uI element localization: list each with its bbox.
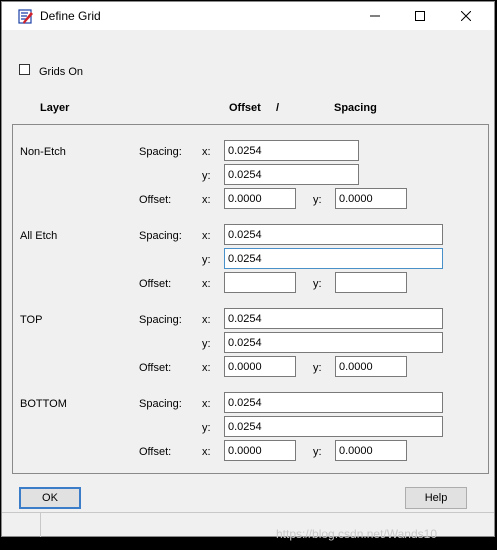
status-bar-separator	[40, 513, 41, 537]
x-label: x:	[202, 398, 211, 410]
layers-panel: Non-Etch Spacing: x: y: Offset: x: y: Al…	[12, 124, 489, 474]
app-icon	[18, 9, 34, 25]
offset-label: Offset:	[139, 194, 172, 206]
y-label: y:	[202, 338, 211, 350]
non-etch-spacing-x-input[interactable]	[224, 140, 359, 161]
y-label: y:	[313, 446, 322, 458]
non-etch-offset-y-input[interactable]	[335, 188, 407, 209]
maximize-button[interactable]	[397, 2, 443, 30]
offset-label: Offset:	[139, 446, 172, 458]
all-etch-spacing-y-input[interactable]	[224, 248, 443, 269]
y-label: y:	[313, 362, 322, 374]
x-label: x:	[202, 278, 211, 290]
all-etch-offset-y-input[interactable]	[335, 272, 407, 293]
minimize-button[interactable]	[352, 2, 398, 30]
spacing-label: Spacing:	[139, 314, 182, 326]
spacing-label: Spacing:	[139, 146, 182, 158]
y-label: y:	[313, 194, 322, 206]
offset-column-header: Offset	[229, 102, 261, 114]
layer-name-all-etch: All Etch	[20, 230, 58, 242]
x-label: x:	[202, 194, 211, 206]
y-label: y:	[202, 422, 211, 434]
x-label: x:	[202, 230, 211, 242]
all-etch-spacing-x-input[interactable]	[224, 224, 443, 245]
layer-column-header: Layer	[40, 102, 70, 114]
define-grid-dialog: Define Grid Grids On Layer Offset / Spac…	[1, 1, 495, 541]
bottom-offset-y-input[interactable]	[335, 440, 407, 461]
watermark: https://blog.csdn.net/Wands10	[276, 527, 437, 541]
non-etch-offset-x-input[interactable]	[224, 188, 296, 209]
x-label: x:	[202, 446, 211, 458]
top-offset-y-input[interactable]	[335, 356, 407, 377]
spacing-label: Spacing:	[139, 230, 182, 242]
spacing-column-header: Spacing	[334, 102, 377, 114]
y-label: y:	[202, 254, 211, 266]
layer-name-bottom: BOTTOM	[20, 398, 67, 410]
top-offset-x-input[interactable]	[224, 356, 296, 377]
non-etch-spacing-y-input[interactable]	[224, 164, 359, 185]
top-spacing-y-input[interactable]	[224, 332, 443, 353]
layer-name-non-etch: Non-Etch	[20, 146, 66, 158]
window-title: Define Grid	[40, 9, 101, 23]
top-spacing-x-input[interactable]	[224, 308, 443, 329]
bottom-spacing-x-input[interactable]	[224, 392, 443, 413]
bottom-offset-x-input[interactable]	[224, 440, 296, 461]
layer-name-top: TOP	[20, 314, 43, 326]
y-label: y:	[202, 170, 211, 182]
x-label: x:	[202, 362, 211, 374]
close-button[interactable]	[443, 2, 489, 30]
header-slash: /	[276, 102, 280, 114]
y-label: y:	[313, 278, 322, 290]
grids-on-checkbox[interactable]	[19, 64, 30, 75]
help-button[interactable]: Help	[405, 487, 467, 509]
grids-on-label: Grids On	[39, 66, 84, 78]
all-etch-offset-x-input[interactable]	[224, 272, 296, 293]
spacing-label: Spacing:	[139, 398, 182, 410]
title-bar[interactable]: Define Grid	[2, 2, 494, 30]
offset-label: Offset:	[139, 362, 172, 374]
offset-label: Offset:	[139, 278, 172, 290]
x-label: x:	[202, 314, 211, 326]
status-bar-divider	[2, 512, 494, 513]
ok-button[interactable]: OK	[19, 487, 81, 509]
x-label: x:	[202, 146, 211, 158]
bottom-spacing-y-input[interactable]	[224, 416, 443, 437]
